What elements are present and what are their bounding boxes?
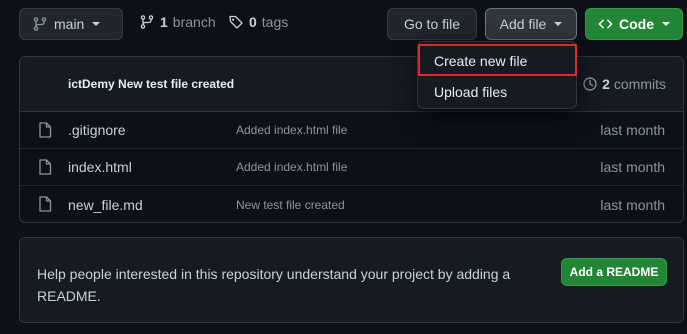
go-to-file-button[interactable]: Go to file [387,8,477,40]
tag-word: tags [261,14,289,30]
branches-link[interactable]: 1 branch [139,14,216,30]
history-clock-icon [583,77,597,91]
add-file-button[interactable]: Add file [485,8,577,40]
highlight-box [418,44,577,76]
branch-selector-button[interactable]: main [19,8,123,40]
code-button[interactable]: Code [585,8,683,40]
chevron-down-icon [662,22,670,26]
file-name-link[interactable]: .gitignore [68,122,126,138]
file-commit-time: last month [600,196,665,213]
commit-word: commits [613,76,666,92]
branch-name: main [54,16,85,32]
commits-link[interactable]: 2 commits [582,76,666,92]
chevron-down-icon [554,22,563,26]
file-commit-time: last month [600,122,665,138]
file-row[interactable]: .gitignore Added index.html file last mo… [20,112,683,149]
git-branch-icon [140,15,154,29]
menu-item-upload-files[interactable]: Upload files [418,77,576,107]
file-name-link[interactable]: new_file.md [68,197,143,213]
file-icon [39,196,52,212]
branch-word: branch [172,14,216,30]
chevron-down-icon [92,22,101,26]
file-row[interactable]: index.html Added index.html file last mo… [20,149,683,186]
tag-count: 0 [249,14,257,30]
file-listing: ictDemy New test file created 2 commits … [19,56,684,223]
file-commit-message[interactable]: Added index.html file [236,123,347,137]
readme-prompt-text: Help people interested in this repositor… [37,266,511,304]
file-name-link[interactable]: index.html [68,159,132,175]
tags-link[interactable]: 0 tags [228,14,288,30]
file-row[interactable]: new_file.md New test file created last m… [20,186,683,222]
code-icon [598,19,613,29]
code-label: Code [619,16,654,32]
tag-icon [229,15,243,29]
latest-commit-message[interactable]: ictDemy New test file created [68,77,234,91]
file-commit-time: last month [600,159,665,175]
repo-page: main 1 branch 0 tags Go to file Add file [0,0,687,334]
commit-count: 2 [602,76,610,92]
add-file-label: Add file [499,16,547,32]
git-branch-icon [33,17,47,31]
branch-count: 1 [160,14,168,30]
readme-banner: Help people interested in this repositor… [19,237,684,323]
file-commit-message[interactable]: New test file created [236,198,345,212]
latest-commit-bar: ictDemy New test file created 2 commits [20,57,683,112]
file-icon [39,122,52,138]
add-readme-button[interactable]: Add a README [561,258,667,286]
file-commit-message[interactable]: Added index.html file [236,160,347,174]
file-icon [39,159,52,175]
